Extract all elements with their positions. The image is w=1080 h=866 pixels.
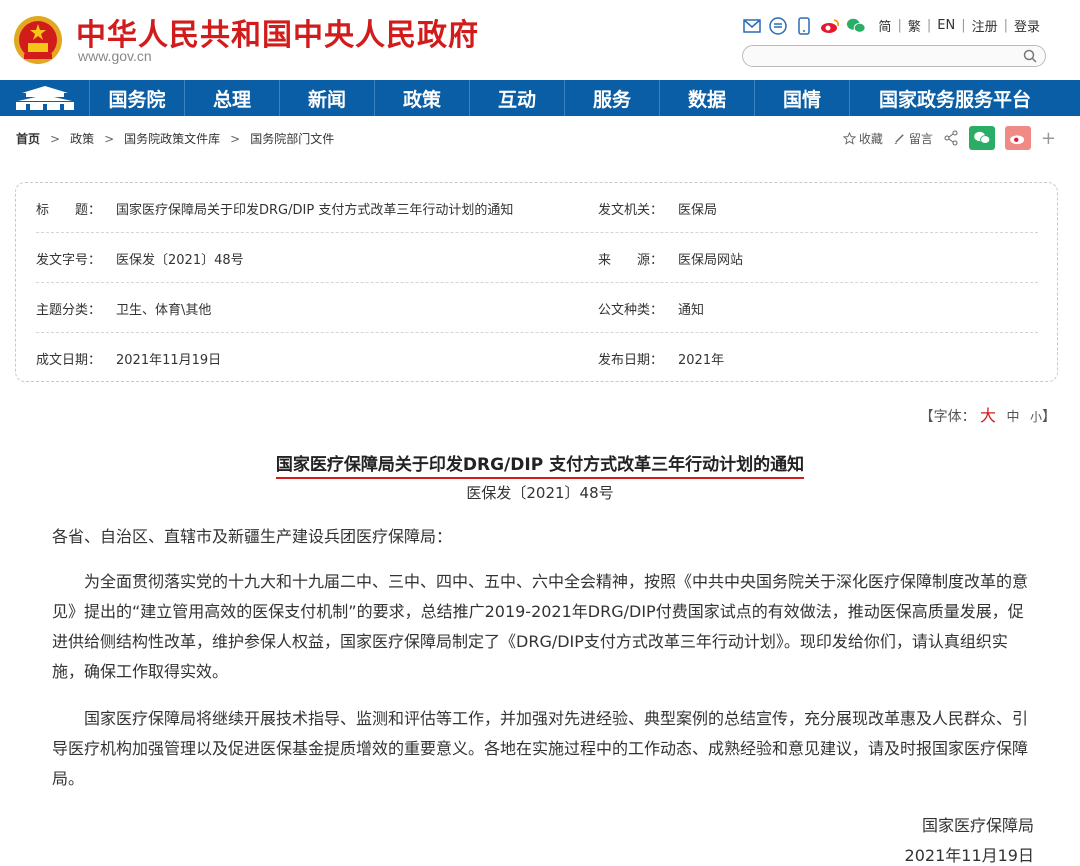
label-doc-number: 发文字号： — [36, 253, 102, 268]
font-size-label: 【字体： — [919, 409, 976, 425]
search-icon[interactable] — [1023, 49, 1037, 63]
label-written-date: 成文日期： — [36, 353, 102, 368]
value-issuer: 医保局 — [678, 203, 718, 218]
breadcrumb-policy[interactable]: 政策 — [70, 130, 94, 147]
label-issuer: 发文机关： — [598, 203, 664, 218]
nav-item-state-council[interactable]: 国务院 — [90, 80, 185, 116]
article-doc-number: 医保发〔2021〕48号 — [466, 484, 614, 502]
link-register[interactable]: 注册 — [972, 16, 998, 35]
share-toolbar: 收藏 留言 + — [842, 126, 1056, 150]
value-title: 国家医疗保障局关于印发DRG/DIP 支付方式改革三年行动计划的通知 — [116, 203, 514, 218]
label-title: 标 题： — [36, 203, 102, 218]
value-doc-number: 医保发〔2021〕48号 — [116, 253, 244, 268]
tiananmen-icon — [15, 86, 74, 110]
link-english[interactable]: EN — [937, 18, 955, 33]
divider: | — [961, 18, 966, 33]
link-simplified[interactable]: 简 — [878, 16, 891, 35]
nav-item-gov-service-platform[interactable]: 国家政务服务平台 — [850, 80, 1060, 116]
article-paragraph: 国家医疗保障局将继续开展技术指导、监测和评估等工作，并加强对先进经验、典型案例的… — [52, 709, 1029, 788]
comment-button[interactable]: 留言 — [893, 130, 933, 147]
nav-home[interactable] — [0, 80, 90, 116]
favorite-button[interactable]: 收藏 — [842, 130, 883, 147]
top-links: 简 | 繁 | EN | 注册 | 登录 — [878, 16, 1040, 35]
info-row: 发文字号： 医保发〔2021〕48号 来 源： 医保局网站 — [36, 233, 1038, 283]
pencil-icon — [894, 133, 904, 144]
value-written-date: 2021年11月19日 — [116, 353, 222, 368]
info-row: 成文日期： 2021年11月19日 发布日期： 2021年 — [36, 333, 1038, 383]
font-size-medium[interactable]: 中 — [1007, 410, 1020, 425]
nav-item-policy[interactable]: 政策 — [375, 80, 470, 116]
nav-item-data[interactable]: 数据 — [660, 80, 755, 116]
article-salutation: 各省、自治区、直辖市及新疆生产建设兵团医疗保障局： — [52, 527, 453, 546]
info-row: 标 题： 国家医疗保障局关于印发DRG/DIP 支付方式改革三年行动计划的通知 … — [36, 183, 1038, 233]
nav-item-interaction[interactable]: 互动 — [470, 80, 565, 116]
comment-label: 留言 — [908, 131, 933, 146]
breadcrumb-separator: > — [230, 131, 241, 146]
weibo-share-icon[interactable] — [1004, 126, 1031, 150]
value-source: 医保局网站 — [678, 253, 744, 268]
document-info-table: 标 题： 国家医疗保障局关于印发DRG/DIP 支付方式改革三年行动计划的通知 … — [15, 182, 1058, 382]
article-title: 国家医疗保障局关于印发DRG/DIP 支付方式改革三年行动计划的通知 — [0, 450, 1080, 479]
mail-icon[interactable] — [742, 17, 762, 35]
font-size-close: 】 — [1042, 409, 1056, 425]
breadcrumb: 首页 > 政策 > 国务院政策文件库 > 国务院部门文件 — [16, 130, 334, 147]
nav-item-news[interactable]: 新闻 — [280, 80, 375, 116]
article-signer: 国家医疗保障局 — [921, 816, 1034, 835]
nav-item-national-info[interactable]: 国情 — [755, 80, 850, 116]
value-topic: 卫生、体育\其他 — [116, 303, 212, 318]
breadcrumb-bar: 首页 > 政策 > 国务院政策文件库 > 国务院部门文件 收藏 留言 + — [0, 124, 1080, 154]
rss-icon[interactable] — [768, 16, 788, 35]
article-date: 2021年11月19日 — [904, 846, 1034, 865]
search-input[interactable] — [742, 45, 1046, 67]
font-size-switcher: 【字体： 大 中 小】 — [920, 402, 1056, 426]
divider: | — [897, 18, 902, 33]
info-row: 主题分类： 卫生、体育\其他 公文种类： 通知 — [36, 283, 1038, 333]
font-size-large[interactable]: 大 — [980, 406, 996, 425]
value-doc-type: 通知 — [678, 303, 705, 318]
top-toolbar: 简 | 繁 | EN | 注册 | 登录 — [742, 16, 1040, 35]
article-title-text: 国家医疗保障局关于印发DRG/DIP 支付方式改革三年行动计划的通知 — [275, 455, 805, 479]
label-doc-type: 公文种类： — [598, 303, 664, 318]
breadcrumb-policy-library[interactable]: 国务院政策文件库 — [124, 130, 220, 147]
article-paragraph: 为全面贯彻落实党的十九大和十九届二中、三中、四中、五中、六中全会精神，按照《中共… — [52, 572, 1029, 681]
label-publish-date: 发布日期： — [598, 353, 664, 368]
divider: | — [1003, 18, 1008, 33]
national-emblem-icon[interactable] — [12, 12, 64, 68]
weibo-icon[interactable] — [820, 17, 840, 35]
link-login[interactable]: 登录 — [1014, 16, 1040, 35]
star-icon — [842, 131, 856, 145]
site-url: www.gov.cn — [78, 48, 152, 64]
share-icon[interactable] — [943, 130, 959, 146]
label-source: 来 源： — [598, 253, 664, 268]
favorite-label: 收藏 — [858, 131, 883, 146]
wechat-icon[interactable] — [846, 17, 866, 35]
font-size-small[interactable]: 小 — [1030, 410, 1042, 424]
wechat-share-icon[interactable] — [968, 126, 995, 150]
site-header: 中华人民共和国中央人民政府 www.gov.cn 简 | 繁 | EN | 注册… — [0, 0, 1080, 80]
breadcrumb-home[interactable]: 首页 — [16, 130, 40, 147]
divider: | — [926, 18, 932, 33]
value-publish-date: 2021年 — [678, 353, 725, 368]
link-traditional[interactable]: 繁 — [908, 16, 921, 35]
label-topic: 主题分类： — [36, 303, 102, 318]
breadcrumb-separator: > — [50, 131, 61, 146]
nav-item-service[interactable]: 服务 — [565, 80, 660, 116]
plus-icon[interactable]: + — [1041, 128, 1056, 149]
mobile-icon[interactable] — [794, 16, 814, 35]
main-nav: 国务院 总理 新闻 政策 互动 服务 数据 国情 国家政务服务平台 — [0, 80, 1080, 116]
nav-item-premier[interactable]: 总理 — [185, 80, 280, 116]
breadcrumb-separator: > — [104, 131, 115, 146]
breadcrumb-department-docs[interactable]: 国务院部门文件 — [250, 130, 334, 147]
